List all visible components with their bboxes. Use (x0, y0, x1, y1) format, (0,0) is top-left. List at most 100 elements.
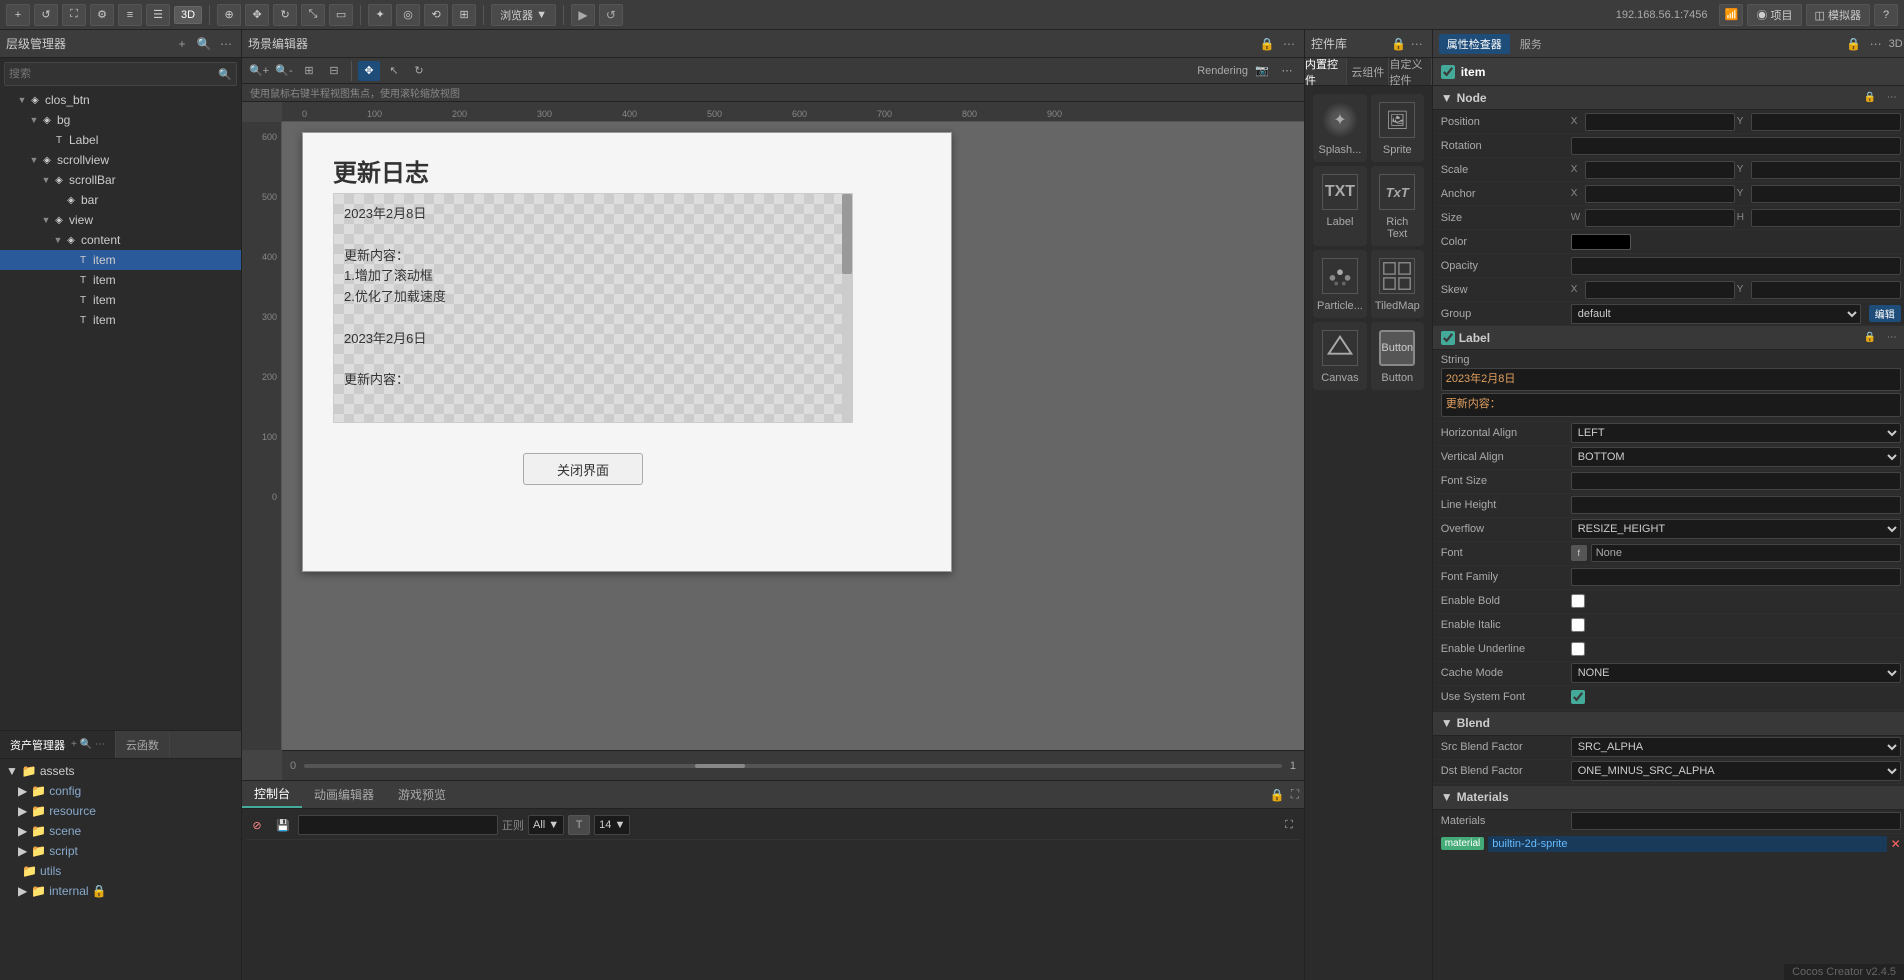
font-box[interactable]: None (1591, 544, 1901, 562)
tab-custom[interactable]: 自定义控件 (1389, 58, 1431, 85)
asset-folder-internal[interactable]: ▶ 📁 internal 🔒 (2, 881, 239, 901)
use-system-font-checkbox[interactable] (1571, 690, 1585, 704)
reload-btn[interactable]: ↺ (599, 4, 623, 26)
label-section-opts[interactable]: ⋯ (1883, 329, 1901, 347)
size-w-input[interactable]: 760 (1585, 209, 1735, 227)
src-blend-select[interactable]: SRC_ALPHA (1571, 737, 1901, 757)
rect-btn[interactable]: ▭ (329, 4, 353, 26)
node-section-lock[interactable]: 🔒 (1861, 89, 1879, 107)
label-section-checkbox[interactable] (1441, 331, 1455, 345)
help-btn[interactable]: ? (1874, 4, 1898, 26)
tab-cloud-fn[interactable]: 云函数 (116, 731, 170, 758)
canvas-scrollbar-h[interactable] (304, 764, 1282, 768)
node-particle[interactable]: Particle... (1313, 250, 1367, 318)
zoom-out-btn[interactable]: 🔍- (273, 61, 295, 81)
tab-assets[interactable]: 资产管理器 + 🔍 ⋯ (0, 731, 116, 758)
align-btn[interactable]: ⊟ (323, 61, 345, 81)
tree-item-item4[interactable]: T item (0, 310, 241, 330)
scene-move-btn[interactable]: ✥ (358, 61, 380, 81)
hierarchy-options-btn[interactable]: ⋯ (217, 35, 235, 53)
node-richtext[interactable]: TxT Rich Text (1371, 166, 1424, 246)
snap-btn[interactable]: ⊞ (452, 4, 476, 26)
tab-preview[interactable]: 游戏预览 (386, 781, 458, 808)
tab-console[interactable]: 控制台 (242, 781, 302, 808)
asset-folder-assets[interactable]: ▼ 📁 assets (2, 761, 239, 781)
zoom-in-btn[interactable]: 🔍+ (248, 61, 270, 81)
tree-item-item2[interactable]: T item (0, 270, 241, 290)
canvas-area[interactable]: 使用鼠标右键半程视图焦点，使用滚轮缩放视图 0 100 200 300 400 … (242, 84, 1304, 780)
material-delete-btn[interactable]: ✕ (1891, 837, 1901, 851)
v-align-select[interactable]: BOTTOM TOP CENTER (1571, 447, 1901, 467)
bottom-expand-btn[interactable]: ⛶ (1286, 786, 1304, 804)
gizmo-btn[interactable]: ✦ (368, 4, 392, 26)
console-size-select[interactable]: 14 ▼ (594, 815, 630, 835)
anchor-x-input[interactable]: 0 (1585, 185, 1735, 203)
rotate-btn[interactable]: ↻ (273, 4, 297, 26)
node-button-type[interactable]: Button Button (1371, 322, 1424, 390)
canvas-scrollview[interactable]: 2023年2月8日 更新内容： 1.增加了滚动框 2.优化了加载速度 2023年… (333, 193, 853, 423)
tree-item-item3[interactable]: T item (0, 290, 241, 310)
tree-item-content[interactable]: ▼ ◈ content (0, 230, 241, 250)
node-section-header[interactable]: ▼ Node 🔒 ⋯ (1433, 86, 1904, 110)
extra-btn[interactable]: ☰ (146, 4, 170, 26)
anchor-y-input[interactable]: 1 (1751, 185, 1901, 203)
node-label-type[interactable]: TXT Label (1313, 166, 1367, 246)
tab-inspector[interactable]: 属性检查器 (1439, 34, 1510, 54)
menu-btn[interactable]: ≡ (118, 4, 142, 26)
enable-italic-checkbox[interactable] (1571, 618, 1585, 632)
browse-btn[interactable]: 浏览器 ▼ (491, 4, 556, 26)
props-options-btn[interactable]: ⋯ (1867, 35, 1885, 53)
project-btn[interactable]: ◉ 项目 (1747, 4, 1801, 26)
line-height-input[interactable]: 20 (1571, 496, 1901, 514)
rotation-input[interactable]: 0 (1571, 137, 1901, 155)
asset-folder-resource[interactable]: ▶ 📁 resource (2, 801, 239, 821)
canvas-viewport[interactable]: 更新日志 2023年2月8日 更新内容： 1.增加了滚动框 2.优化了加载速度 (282, 122, 1304, 750)
tree-item-clos-btn[interactable]: ▼ ◈ clos_btn (0, 90, 241, 110)
tree-item-label[interactable]: T Label (0, 130, 241, 150)
console-font-btn[interactable]: T (568, 815, 590, 835)
local-btn[interactable]: ⟲ (424, 4, 448, 26)
new-btn[interactable]: + (6, 4, 30, 26)
tab-service[interactable]: 服务 (1512, 34, 1550, 54)
overflow-select[interactable]: RESIZE_HEIGHT NONE CLAMP SHRINK (1571, 519, 1901, 539)
group-select[interactable]: default (1571, 304, 1861, 324)
opacity-input[interactable]: 255 (1571, 257, 1901, 275)
skew-x-input[interactable]: 0 (1585, 281, 1735, 299)
tree-item-scrollview[interactable]: ▼ ◈ scrollview (0, 150, 241, 170)
tab-builtin[interactable]: 内置控件 (1305, 58, 1347, 85)
simulate-btn[interactable]: ◫ 模拟器 (1806, 4, 1870, 26)
scale-x-input[interactable]: 1 (1585, 161, 1735, 179)
material-name[interactable]: builtin-2d-sprite (1488, 836, 1886, 852)
canvas-scrollbar-thumb-h[interactable] (695, 764, 745, 768)
materials-section-header[interactable]: ▼ Materials (1433, 786, 1904, 810)
scene-nodes-options-btn[interactable]: ⋯ (1408, 35, 1426, 53)
node-section-opts[interactable]: ⋯ (1883, 89, 1901, 107)
color-swatch[interactable] (1571, 234, 1631, 250)
tab-animation[interactable]: 动画编辑器 (302, 781, 386, 808)
node-tiledmap[interactable]: TiledMap (1371, 250, 1424, 318)
position-y-input[interactable]: -10 (1751, 113, 1901, 131)
scale-y-input[interactable]: 1 (1751, 161, 1901, 179)
tab-cloud[interactable]: 云组件 (1347, 58, 1389, 85)
hierarchy-search-input[interactable] (9, 68, 218, 80)
position-x-input[interactable]: -380 (1585, 113, 1735, 131)
h-align-select[interactable]: LEFT CENTER RIGHT (1571, 423, 1901, 443)
scene-lock-btn[interactable]: 🔒 (1258, 35, 1276, 53)
dst-blend-select[interactable]: ONE_MINUS_SRC_ALPHA (1571, 761, 1901, 781)
move-btn[interactable]: ✥ (245, 4, 269, 26)
zoom-fit-btn[interactable]: ⊞ (298, 61, 320, 81)
label-section-lock[interactable]: 🔒 (1861, 329, 1879, 347)
fullscreen-btn[interactable]: ⛶ (62, 4, 86, 26)
console-fullscreen-btn[interactable]: ⛶ (1278, 815, 1300, 835)
play-btn[interactable]: ▶ (571, 4, 595, 26)
skew-y-input[interactable]: 0 (1751, 281, 1901, 299)
scene-options-btn[interactable]: ⋯ (1280, 35, 1298, 53)
pivot-btn[interactable]: ◎ (396, 4, 420, 26)
scene-nodes-lock-btn[interactable]: 🔒 (1390, 35, 1408, 53)
refresh-btn[interactable]: ↺ (34, 4, 58, 26)
asset-folder-scene[interactable]: ▶ 📁 scene (2, 821, 239, 841)
group-edit-btn[interactable]: 编辑 (1869, 305, 1901, 322)
font-family-input[interactable]: Arial (1571, 568, 1901, 586)
hierarchy-menu-btn[interactable]: + (173, 35, 191, 53)
cam-btn[interactable]: 📷 (1251, 61, 1273, 81)
